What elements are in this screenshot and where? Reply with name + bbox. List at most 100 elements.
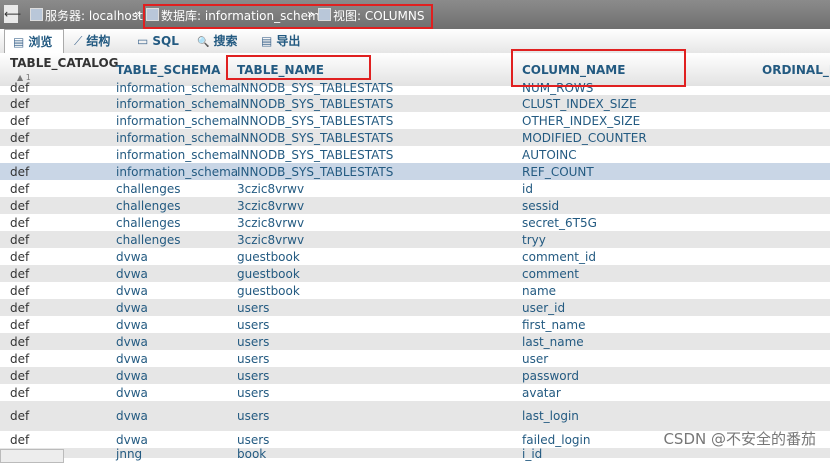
tab-sql[interactable]: ▭ SQL (137, 29, 179, 53)
cell-table-name[interactable]: users (237, 386, 269, 400)
table-row[interactable]: def challenges 3czic8vrwv id (0, 180, 830, 197)
cell-table-name[interactable]: 3czic8vrwv (237, 199, 304, 213)
cell-column-name[interactable]: comment_id (522, 250, 596, 264)
table-row[interactable]: def information_schema INNODB_SYS_TABLESTA… (0, 112, 830, 129)
cell-table-schema[interactable]: dvwa (116, 301, 148, 315)
cell-column-name[interactable]: i_id (522, 447, 542, 461)
cell-table-name[interactable]: 3czic8vrwv (237, 216, 304, 230)
table-row[interactable]: def information_schema INNODB_SYS_TABLESTA… (0, 95, 830, 112)
cell-table-name[interactable]: INNODB_SYS_TABLESTATS (237, 97, 393, 111)
table-row[interactable]: def information_schema INNODB_SYS_TABLESTA… (0, 81, 830, 95)
cell-table-name[interactable]: INNODB_SYS_TABLESTATS (237, 131, 393, 145)
cell-column-name[interactable]: name (522, 284, 556, 298)
table-row[interactable]: def dvwa guestbook comment_id (0, 248, 830, 265)
cell-column-name[interactable]: user (522, 352, 548, 366)
cell-table-schema[interactable]: dvwa (116, 250, 148, 264)
cell-column-name[interactable]: CLUST_INDEX_SIZE (522, 97, 637, 111)
cell-column-name[interactable]: AUTOINC (522, 148, 577, 162)
cell-table-schema[interactable]: dvwa (116, 335, 148, 349)
cell-table-name[interactable]: users (237, 335, 269, 349)
cell-table-name[interactable]: users (237, 318, 269, 332)
table-row[interactable]: def dvwa users last_name (0, 333, 830, 350)
tab-browse[interactable]: ▤ 浏览 (4, 29, 64, 53)
cell-table-schema[interactable]: information_schema (116, 131, 238, 145)
annotation-box-breadcrumb (143, 4, 433, 29)
cell-table-schema[interactable]: dvwa (116, 386, 148, 400)
cell-column-name[interactable]: OTHER_INDEX_SIZE (522, 114, 640, 128)
cell-table-name[interactable]: INNODB_SYS_TABLESTATS (237, 165, 393, 179)
cell-table-name[interactable]: INNODB_SYS_TABLESTATS (237, 148, 393, 162)
cell-table-name[interactable]: users (237, 301, 269, 315)
table-row[interactable]: def dvwa users password (0, 367, 830, 384)
cell-table-catalog: def (10, 409, 30, 423)
cell-column-name[interactable]: password (522, 369, 579, 383)
table-row[interactable]: def information_schema INNODB_SYS_TABLESTA… (0, 163, 830, 180)
cell-column-name[interactable]: tryy (522, 233, 546, 247)
cell-table-name[interactable]: users (237, 433, 269, 447)
table-row[interactable]: jnng book i_id (0, 447, 830, 461)
cell-table-schema[interactable]: information_schema (116, 114, 238, 128)
table-row[interactable]: def information_schema INNODB_SYS_TABLESTA… (0, 129, 830, 146)
cell-table-name[interactable]: guestbook (237, 284, 300, 298)
breadcrumb-server[interactable]: 服务器: localhost (30, 7, 143, 24)
column-header-table-catalog[interactable]: TABLE_CATALOG (10, 56, 119, 70)
table-row[interactable]: def dvwa users avatar (0, 384, 830, 401)
cell-table-name[interactable]: 3czic8vrwv (237, 182, 304, 196)
cell-table-name[interactable]: users (237, 352, 269, 366)
cell-table-schema[interactable]: challenges (116, 233, 180, 247)
column-header-table-schema[interactable]: TABLE_SCHEMA (116, 63, 220, 77)
cell-table-name[interactable]: book (237, 447, 266, 461)
cell-table-name[interactable]: guestbook (237, 267, 300, 281)
cell-table-name[interactable]: 3czic8vrwv (237, 233, 304, 247)
cell-column-name[interactable]: id (522, 182, 533, 196)
back-arrow-icon[interactable]: ⟵ (4, 5, 21, 23)
cell-column-name[interactable]: failed_login (522, 433, 590, 447)
cell-table-schema[interactable]: dvwa (116, 284, 148, 298)
table-row[interactable]: def challenges 3czic8vrwv sessid (0, 197, 830, 214)
table-row[interactable]: def dvwa guestbook comment (0, 265, 830, 282)
footer-control[interactable] (0, 449, 64, 463)
cell-column-name[interactable]: avatar (522, 386, 561, 400)
table-row[interactable]: def challenges 3czic8vrwv secret_6T5G (0, 214, 830, 231)
cell-column-name[interactable]: last_name (522, 335, 584, 349)
cell-table-name[interactable]: users (237, 409, 269, 423)
cell-column-name[interactable]: first_name (522, 318, 585, 332)
cell-table-catalog: def (10, 334, 30, 349)
cell-table-name[interactable]: INNODB_SYS_TABLESTATS (237, 114, 393, 128)
cell-table-schema[interactable]: dvwa (116, 369, 148, 383)
cell-table-schema[interactable]: challenges (116, 216, 180, 230)
cell-column-name[interactable]: last_login (522, 409, 579, 423)
cell-column-name[interactable]: user_id (522, 301, 565, 315)
cell-table-name[interactable]: INNODB_SYS_TABLESTATS (237, 81, 393, 95)
cell-table-schema[interactable]: information_schema (116, 165, 238, 179)
table-row[interactable]: def dvwa users user_id (0, 299, 830, 316)
cell-table-name[interactable]: guestbook (237, 250, 300, 264)
cell-table-name[interactable]: users (237, 369, 269, 383)
column-header-ordinal-position[interactable]: ORDINAL_PO (762, 63, 830, 77)
cell-table-schema[interactable]: challenges (116, 199, 180, 213)
table-row[interactable]: def dvwa guestbook name (0, 282, 830, 299)
tab-structure[interactable]: ⟋ 结构 (74, 29, 110, 53)
tab-search[interactable]: 🔍 搜索 (197, 29, 237, 53)
cell-table-schema[interactable]: challenges (116, 182, 180, 196)
table-row[interactable]: def information_schema INNODB_SYS_TABLESTA… (0, 146, 830, 163)
tab-export[interactable]: ▤ 导出 (261, 29, 300, 53)
table-row[interactable]: def dvwa users user (0, 350, 830, 367)
cell-table-schema[interactable]: dvwa (116, 409, 148, 423)
cell-table-schema[interactable]: information_schema (116, 81, 238, 95)
cell-column-name[interactable]: MODIFIED_COUNTER (522, 131, 647, 145)
cell-table-schema[interactable]: jnng (116, 447, 142, 461)
cell-table-schema[interactable]: dvwa (116, 318, 148, 332)
cell-table-schema[interactable]: information_schema (116, 148, 238, 162)
cell-table-schema[interactable]: information_schema (116, 97, 238, 111)
table-row[interactable]: def dvwa users first_name (0, 316, 830, 333)
cell-column-name[interactable]: REF_COUNT (522, 165, 594, 179)
cell-column-name[interactable]: secret_6T5G (522, 216, 597, 230)
cell-table-schema[interactable]: dvwa (116, 267, 148, 281)
cell-table-schema[interactable]: dvwa (116, 352, 148, 366)
table-row[interactable]: def dvwa users last_login (0, 401, 830, 431)
cell-table-schema[interactable]: dvwa (116, 433, 148, 447)
cell-column-name[interactable]: sessid (522, 199, 559, 213)
table-row[interactable]: def challenges 3czic8vrwv tryy (0, 231, 830, 248)
cell-column-name[interactable]: comment (522, 267, 579, 281)
